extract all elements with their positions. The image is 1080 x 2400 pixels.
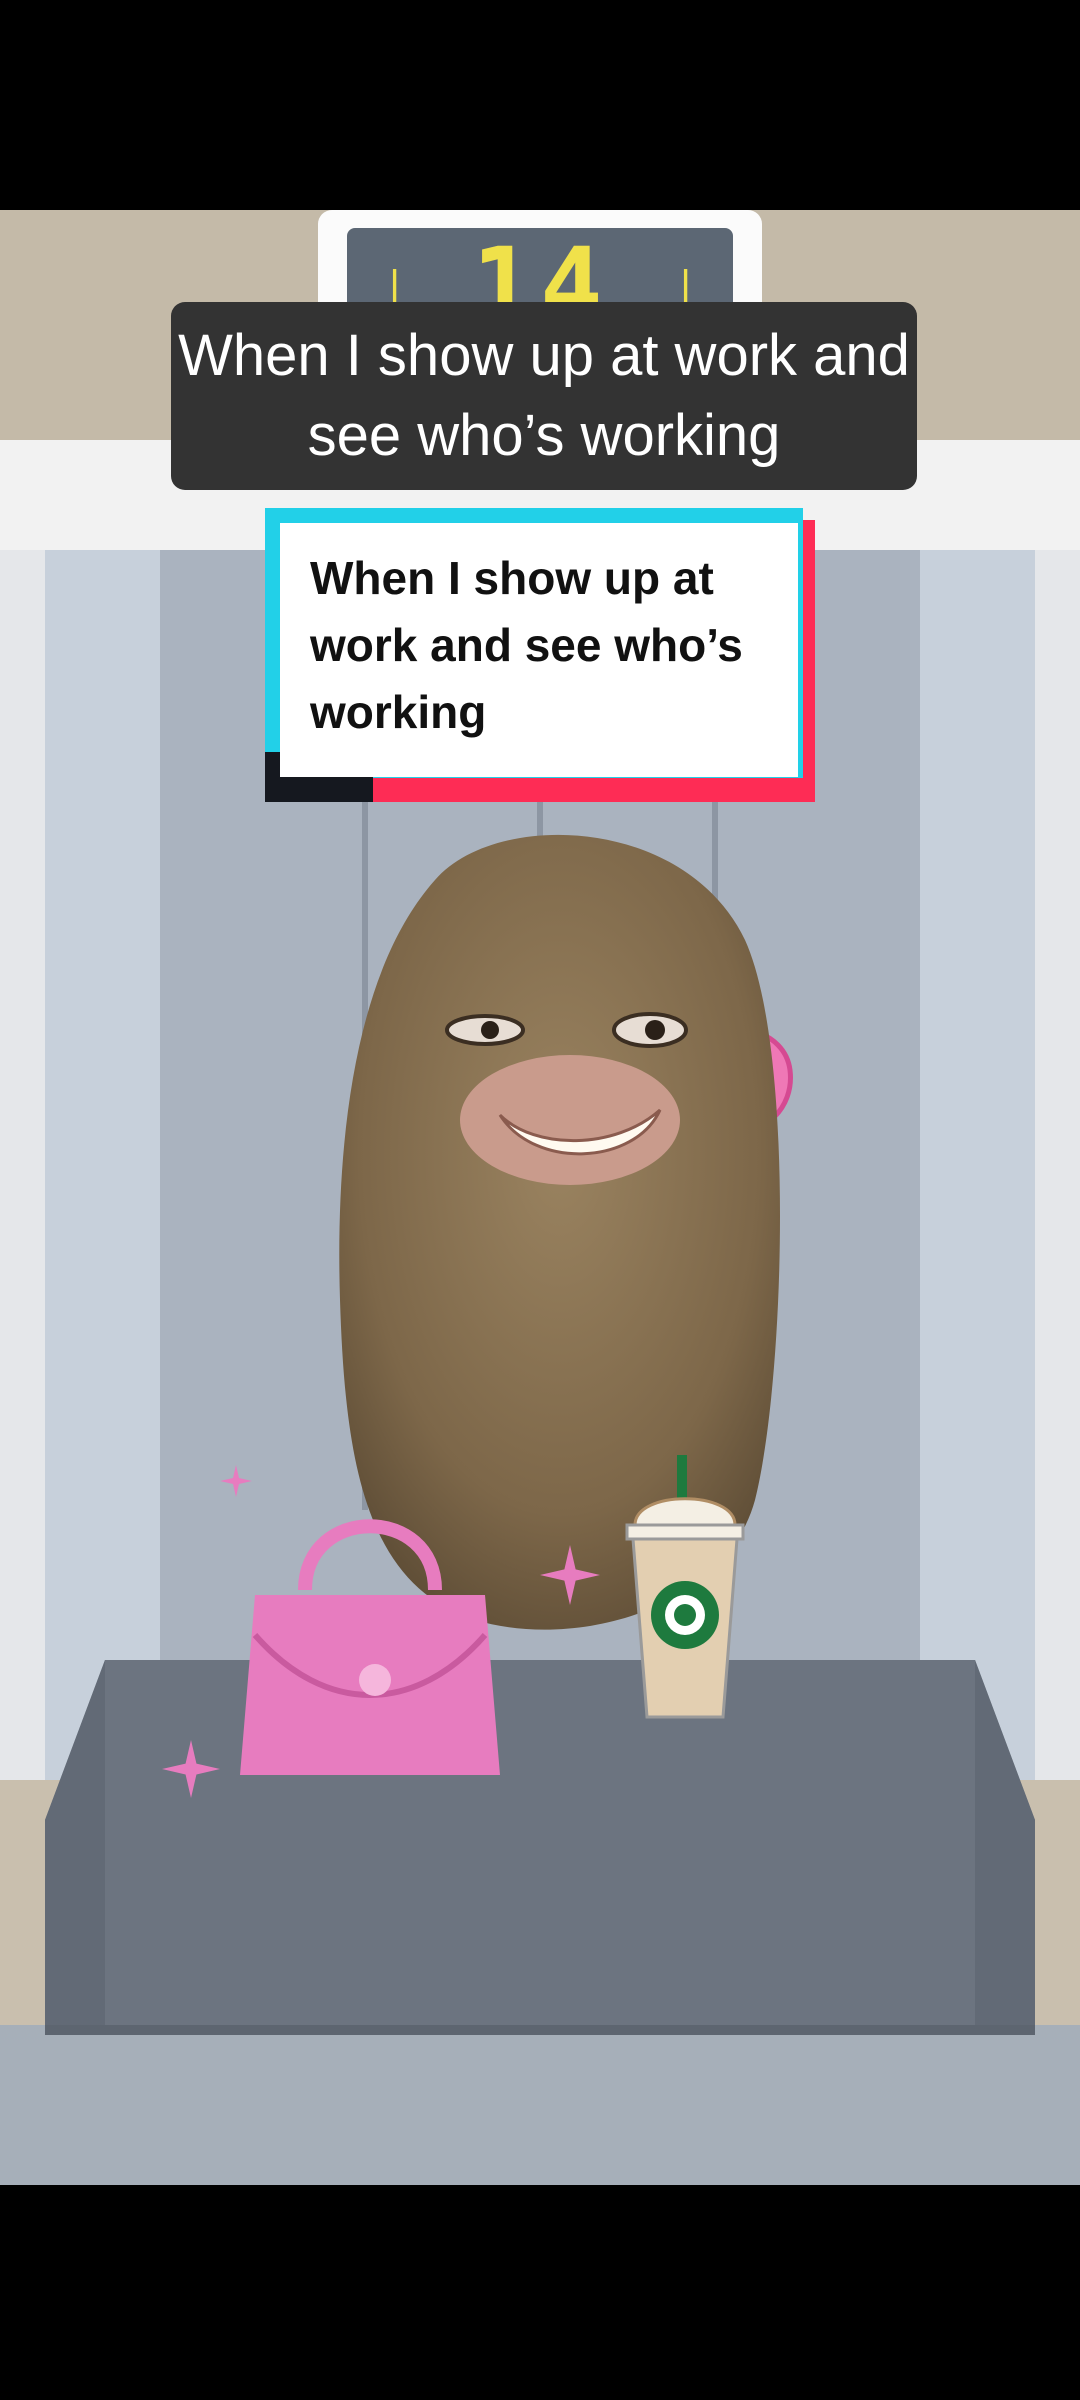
floor-threshold (0, 2025, 1080, 2185)
tiktok-text-sticker: When I show up at work and see who’s wor… (265, 508, 815, 802)
right-wall (1035, 550, 1080, 1780)
caption-text-box: When I show up at work and see who’s wor… (171, 302, 917, 490)
door-frame-left (45, 550, 160, 1780)
coffee-cup-icon (625, 1455, 745, 1719)
door-frame-right (920, 550, 1035, 1780)
left-wall (0, 550, 45, 1780)
video-frame[interactable]: ↓ 14 ↓ When I show up at work and see wh… (0, 0, 1080, 2400)
sparkle-icon (220, 1465, 252, 1497)
sparkle-icon (162, 1740, 220, 1798)
sticker-text: When I show up at work and see who’s wor… (280, 523, 798, 777)
sparkle-icon (540, 1545, 600, 1605)
handbag-icon (240, 1519, 500, 1775)
floor-edge (45, 2025, 1035, 2035)
